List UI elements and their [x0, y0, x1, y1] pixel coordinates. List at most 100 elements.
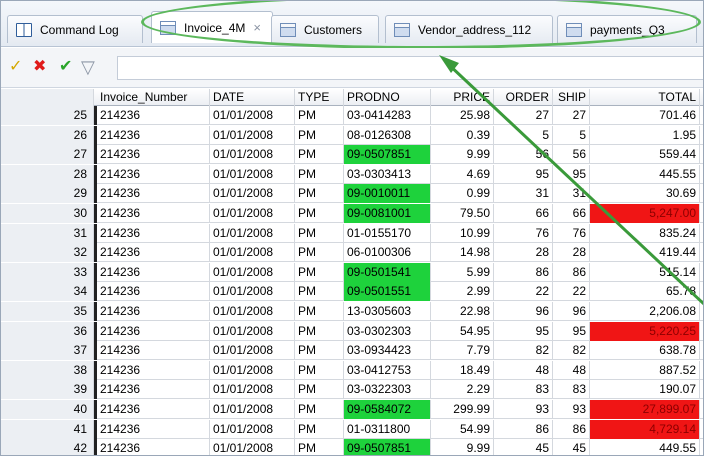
table-row[interactable]: 41 214236 01/01/2008 PM 01-0311800 54.99 86 86 4…: [1, 419, 703, 439]
column-header-prodno[interactable]: PRODNO: [344, 89, 431, 106]
type-cell[interactable]: PM: [295, 419, 344, 439]
table-row[interactable]: 34 214236 01/01/2008 PM 09-0501551 2.99 22 22 65…: [1, 282, 703, 302]
price-cell[interactable]: 54.99: [431, 419, 494, 439]
total-cell[interactable]: 559.44: [590, 145, 700, 165]
table-row[interactable]: 42 214236 01/01/2008 PM 09-0507851 9.99 45 45 44…: [1, 439, 703, 455]
type-cell[interactable]: PM: [295, 439, 344, 455]
prodno-cell[interactable]: 09-0081001: [344, 204, 431, 223]
invoice-number-cell[interactable]: 214236: [97, 321, 210, 341]
order-cell[interactable]: 76: [494, 223, 553, 243]
price-cell[interactable]: 2.99: [431, 282, 494, 302]
invoice-number-cell[interactable]: 214236: [97, 184, 210, 204]
type-cell[interactable]: PM: [295, 321, 344, 341]
price-cell[interactable]: 2.29: [431, 380, 494, 400]
ship-cell[interactable]: 96: [553, 302, 590, 321]
table-row[interactable]: 33 214236 01/01/2008 PM 09-0501541 5.99 86 86 51…: [1, 262, 703, 282]
total-cell[interactable]: 27,899.07: [590, 400, 700, 419]
row-number[interactable]: 28: [1, 164, 94, 184]
row-number[interactable]: 36: [1, 321, 94, 341]
prodno-cell[interactable]: 03-0302303: [344, 321, 431, 341]
row-number[interactable]: 41: [1, 419, 94, 439]
invoice-number-cell[interactable]: 214236: [97, 302, 210, 321]
ship-cell[interactable]: 76: [553, 223, 590, 243]
date-cell[interactable]: 01/01/2008: [210, 341, 295, 361]
type-cell[interactable]: PM: [295, 164, 344, 184]
invoice-number-cell[interactable]: 214236: [97, 125, 210, 145]
row-number[interactable]: 40: [1, 400, 94, 419]
order-cell[interactable]: 83: [494, 380, 553, 400]
table-row[interactable]: 26 214236 01/01/2008 PM 08-0126308 0.39 5 5 1.95: [1, 125, 703, 145]
date-cell[interactable]: 01/01/2008: [210, 400, 295, 419]
type-cell[interactable]: PM: [295, 262, 344, 282]
table-row[interactable]: 35 214236 01/01/2008 PM 13-0305603 22.98 96 96 2…: [1, 302, 703, 321]
tab-invoice-4m[interactable]: Invoice_4M ×: [151, 11, 273, 43]
total-cell[interactable]: 835.24: [590, 223, 700, 243]
price-cell[interactable]: 7.79: [431, 341, 494, 361]
table-row[interactable]: 28 214236 01/01/2008 PM 03-0303413 4.69 95 95 44…: [1, 164, 703, 184]
delete-filter-icon[interactable]: ✖: [33, 58, 46, 76]
price-cell[interactable]: 22.98: [431, 302, 494, 321]
column-header-ship[interactable]: SHIP: [553, 89, 590, 106]
order-cell[interactable]: 66: [494, 204, 553, 223]
table-row[interactable]: 37 214236 01/01/2008 PM 03-0934423 7.79 82 82 63…: [1, 341, 703, 361]
total-cell[interactable]: 190.07: [590, 380, 700, 400]
type-cell[interactable]: PM: [295, 341, 344, 361]
ship-cell[interactable]: 31: [553, 184, 590, 204]
prodno-cell[interactable]: 06-0100306: [344, 243, 431, 263]
price-cell[interactable]: 9.99: [431, 145, 494, 165]
prodno-cell[interactable]: 09-0507851: [344, 439, 431, 455]
prodno-cell[interactable]: 09-0501541: [344, 262, 431, 282]
tab-command-log[interactable]: Command Log: [7, 15, 143, 43]
prodno-cell[interactable]: 03-0934423: [344, 341, 431, 361]
tab-customers[interactable]: Customers: [271, 15, 379, 43]
row-number[interactable]: 33: [1, 262, 94, 282]
date-cell[interactable]: 01/01/2008: [210, 282, 295, 302]
type-cell[interactable]: PM: [295, 380, 344, 400]
order-cell[interactable]: 95: [494, 321, 553, 341]
order-cell[interactable]: 45: [494, 439, 553, 455]
type-cell[interactable]: PM: [295, 223, 344, 243]
row-number[interactable]: 32: [1, 243, 94, 263]
invoice-number-cell[interactable]: 214236: [97, 262, 210, 282]
price-cell[interactable]: 14.98: [431, 243, 494, 263]
row-number[interactable]: 30: [1, 204, 94, 223]
total-cell[interactable]: 515.14: [590, 262, 700, 282]
date-cell[interactable]: 01/01/2008: [210, 419, 295, 439]
invoice-number-cell[interactable]: 214236: [97, 360, 210, 380]
table-row[interactable]: 40 214236 01/01/2008 PM 09-0584072 299.99 93 93…: [1, 400, 703, 419]
date-cell[interactable]: 01/01/2008: [210, 184, 295, 204]
row-number[interactable]: 39: [1, 380, 94, 400]
type-cell[interactable]: PM: [295, 204, 344, 223]
type-cell[interactable]: PM: [295, 125, 344, 145]
type-cell[interactable]: PM: [295, 360, 344, 380]
row-number[interactable]: 38: [1, 360, 94, 380]
price-cell[interactable]: 9.99: [431, 439, 494, 455]
table-row[interactable]: 25 214236 01/01/2008 PM 03-0414283 25.98 27 27 7…: [1, 106, 703, 125]
type-cell[interactable]: PM: [295, 400, 344, 419]
ship-cell[interactable]: 82: [553, 341, 590, 361]
total-cell[interactable]: 445.55: [590, 164, 700, 184]
row-number[interactable]: 27: [1, 145, 94, 165]
ship-cell[interactable]: 86: [553, 419, 590, 439]
ship-cell[interactable]: 95: [553, 164, 590, 184]
invoice-number-cell[interactable]: 214236: [97, 439, 210, 455]
order-cell[interactable]: 48: [494, 360, 553, 380]
invoice-number-cell[interactable]: 214236: [97, 145, 210, 165]
invoice-number-cell[interactable]: 214236: [97, 419, 210, 439]
type-cell[interactable]: PM: [295, 184, 344, 204]
type-cell[interactable]: PM: [295, 243, 344, 263]
invoice-number-cell[interactable]: 214236: [97, 223, 210, 243]
prodno-cell[interactable]: 09-0584072: [344, 400, 431, 419]
date-cell[interactable]: 01/01/2008: [210, 321, 295, 341]
date-cell[interactable]: 01/01/2008: [210, 125, 295, 145]
date-cell[interactable]: 01/01/2008: [210, 302, 295, 321]
invoice-number-cell[interactable]: 214236: [97, 106, 210, 125]
column-header-order[interactable]: ORDER: [494, 89, 553, 106]
order-cell[interactable]: 86: [494, 419, 553, 439]
table-row[interactable]: 30 214236 01/01/2008 PM 09-0081001 79.50 66 66 5…: [1, 204, 703, 223]
order-cell[interactable]: 27: [494, 106, 553, 125]
table-row[interactable]: 31 214236 01/01/2008 PM 01-0155170 10.99 76 76 8…: [1, 223, 703, 243]
prodno-cell[interactable]: 09-0501551: [344, 282, 431, 302]
date-cell[interactable]: 01/01/2008: [210, 439, 295, 455]
order-cell[interactable]: 5: [494, 125, 553, 145]
